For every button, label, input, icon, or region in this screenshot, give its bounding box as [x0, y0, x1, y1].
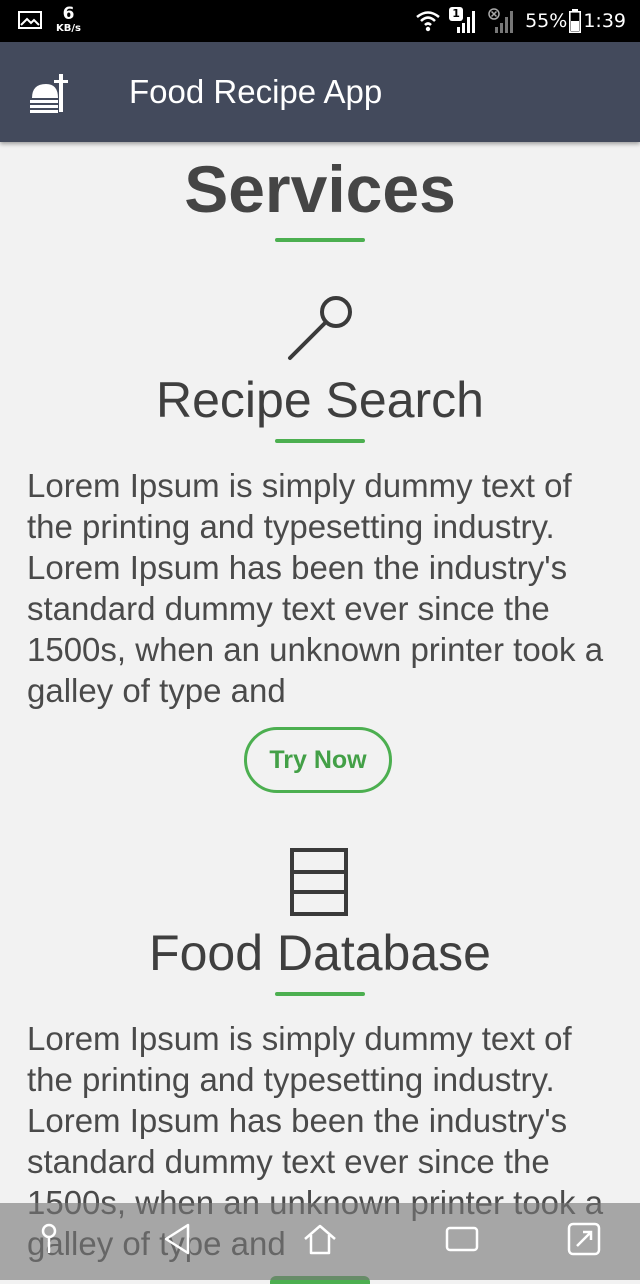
- network-speed-value: 6: [62, 4, 75, 24]
- status-bar: 6 KB/s 1 55% 1:39: [0, 0, 640, 42]
- home-icon[interactable]: [300, 1219, 340, 1259]
- try-now-button[interactable]: Try Now: [244, 727, 392, 793]
- service-description: Lorem Ipsum is simply dummy text of the …: [27, 467, 604, 709]
- image-icon: [18, 11, 42, 29]
- page-title: Services: [184, 152, 456, 226]
- wifi-icon: [416, 11, 440, 32]
- database-icon: [290, 848, 348, 916]
- service-title-recipe-search: Recipe Search: [156, 372, 484, 428]
- service-underline: [275, 992, 365, 996]
- battery-icon: [569, 9, 582, 33]
- network-speed: 6 KB/s: [56, 6, 81, 34]
- network-speed-unit: KB/s: [56, 23, 81, 34]
- magnifier-icon: [288, 296, 352, 360]
- pin-icon[interactable]: [34, 1219, 64, 1259]
- no-signal-icon: [488, 8, 514, 33]
- clock: 1:39: [583, 10, 626, 32]
- title-underline: [275, 238, 365, 242]
- expand-icon[interactable]: [564, 1219, 604, 1259]
- signal-icon: 1: [449, 7, 479, 35]
- service-title-food-database: Food Database: [149, 925, 491, 981]
- app-bar: Food Recipe App: [0, 42, 640, 142]
- food-tray-icon[interactable]: [28, 72, 72, 114]
- navigation-bar: [0, 1203, 640, 1280]
- app-title: Food Recipe App: [129, 73, 383, 110]
- back-icon[interactable]: [158, 1219, 198, 1259]
- battery-percent: 55%: [525, 10, 568, 32]
- service-underline: [275, 439, 365, 443]
- recents-icon[interactable]: [442, 1219, 482, 1259]
